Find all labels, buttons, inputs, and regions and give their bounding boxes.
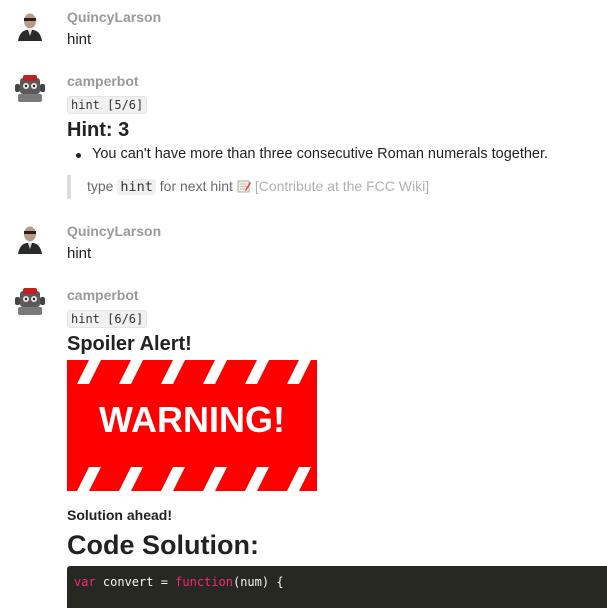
- warning-banner: WARNING!: [67, 360, 317, 491]
- avatar-image: [14, 9, 46, 41]
- quote-code: hint: [117, 179, 156, 195]
- code-block: var convert = function(num) {: [67, 566, 607, 608]
- spoiler-heading: Spoiler Alert!: [67, 333, 192, 355]
- inline-code-tag: hint [6/6]: [67, 310, 148, 328]
- avatar-image: [14, 285, 46, 317]
- hint-heading: Hint: 3: [67, 119, 130, 141]
- code-solution-heading: Code Solution:: [67, 530, 259, 560]
- message-code-tag-row: hint [5/6]: [67, 96, 148, 114]
- avatar-image: [14, 222, 46, 254]
- wiki-link[interactable]: [Contribute at the FCC Wiki]: [255, 178, 429, 194]
- hint-blockquote: type hint for next hint [Contribute at t…: [67, 175, 571, 199]
- code-text: convert =: [95, 575, 176, 589]
- avatar-image: [14, 72, 46, 104]
- memo-icon: [237, 180, 251, 193]
- quote-text: type hint for next hint [Contribute at t…: [87, 178, 429, 195]
- message-username[interactable]: camperbot: [67, 287, 139, 303]
- avatar-quincylarson[interactable]: [14, 222, 46, 254]
- bullet-icon: [76, 153, 81, 158]
- code-line: var convert = function(num) {: [67, 566, 607, 598]
- avatar-camperbot[interactable]: [14, 72, 46, 104]
- inline-code-tag: hint [5/6]: [67, 96, 148, 114]
- warning-text: WARNING!: [99, 399, 285, 440]
- solution-ahead-text: Solution ahead!: [67, 507, 172, 523]
- message-text: hint: [67, 31, 92, 48]
- warning-image: WARNING!: [67, 360, 317, 491]
- avatar-quincylarson[interactable]: [14, 9, 46, 41]
- quote-prefix: type: [87, 178, 114, 194]
- quote-suffix: for next hint: [159, 178, 233, 194]
- code-keyword: var: [74, 575, 96, 589]
- message-text: hint: [67, 245, 92, 262]
- message-username[interactable]: QuincyLarson: [67, 9, 161, 25]
- code-text: (num) {: [232, 575, 284, 589]
- avatar-camperbot[interactable]: [14, 285, 46, 317]
- hint-bullet-text: You can't have more than three consecuti…: [92, 146, 549, 162]
- code-keyword: function: [175, 575, 233, 589]
- chat-panel: QuincyLarson hint camperbot hint [5/6] H…: [0, 0, 607, 608]
- message-username[interactable]: QuincyLarson: [67, 223, 161, 239]
- message-username[interactable]: camperbot: [67, 73, 139, 89]
- message-code-tag-row: hint [6/6]: [67, 310, 148, 328]
